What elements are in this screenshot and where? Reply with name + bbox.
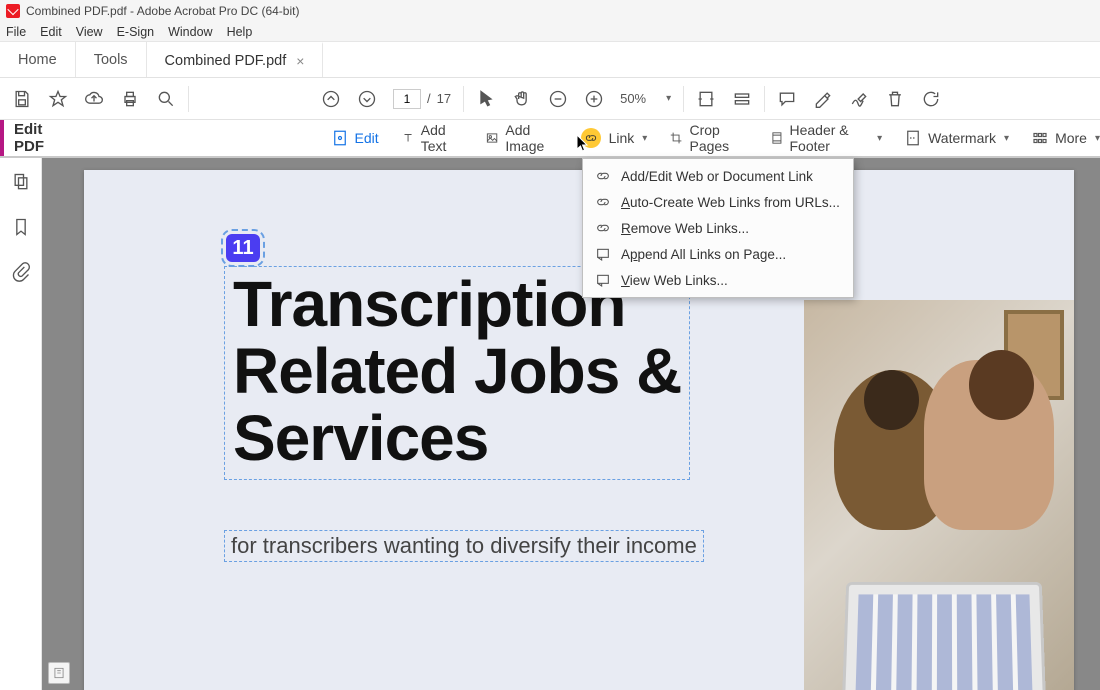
more-tool[interactable]: More ▾ [1031,129,1100,147]
zoom-out-icon[interactable] [548,89,568,109]
menu-window[interactable]: Window [168,25,212,39]
crop-tool[interactable]: Crop Pages [669,122,747,154]
app-icon [6,4,20,18]
thumbnails-icon[interactable] [11,172,31,195]
crop-label: Crop Pages [689,122,747,154]
subtitle-text: for transcribers wanting to diversify th… [231,533,697,559]
page-total: 17 [437,91,451,106]
edit-tool[interactable]: Edit [331,129,379,147]
edit-pdf-title: Edit PDF [0,121,71,155]
menu-remove-links-label: Remove Web Links... [621,221,749,236]
add-image-label: Add Image [505,122,558,154]
tab-document-label: Combined PDF.pdf [165,53,287,69]
page-sep: / [427,91,431,106]
document-canvas[interactable]: 11 Transcription Related Jobs & Services… [42,158,1100,690]
save-icon[interactable] [12,89,32,109]
fit-width-icon[interactable] [696,89,716,109]
scroll-left-icon[interactable] [46,419,56,429]
hand-icon[interactable] [512,89,532,109]
edit-tool-label: Edit [355,130,379,146]
menu-add-edit-link[interactable]: Add/Edit Web or Document Link [583,163,853,189]
person-right-shape [924,360,1054,530]
page-down-icon[interactable] [357,89,377,109]
trash-icon[interactable] [885,89,905,109]
menu-edit[interactable]: Edit [40,25,62,39]
subtitle-text-box[interactable]: for transcribers wanting to diversify th… [224,530,704,562]
titlebar: Combined PDF.pdf - Adobe Acrobat Pro DC … [0,0,1100,22]
menu-view-links-label: View Web Links... [621,273,728,288]
bookmark-icon[interactable] [11,217,31,240]
cloud-upload-icon[interactable] [84,89,104,109]
left-nav-rail [0,158,42,690]
header-footer-tool[interactable]: Header & Footer ▾ [770,122,882,154]
rotate-icon[interactable] [921,89,941,109]
chevron-down-icon: ▾ [1095,133,1100,144]
print-icon[interactable] [120,89,140,109]
selection-arrow-icon[interactable] [476,89,496,109]
chevron-down-icon: ▾ [642,133,647,144]
menu-add-edit-link-label: Add/Edit Web or Document Link [621,169,813,184]
add-text-label: Add Text [421,122,463,154]
magnify-icon[interactable] [156,89,176,109]
more-label: More [1055,130,1087,146]
highlight-icon[interactable] [813,89,833,109]
laptop-shape [842,582,1047,690]
edit-pdf-toolbar: Edit PDF Edit Add Text Add Image Link ▾ … [0,120,1100,158]
mouse-cursor-icon [576,134,590,152]
page-size-icon[interactable] [48,662,70,684]
page-indicator: / 17 [393,89,451,109]
header-footer-label: Header & Footer [790,122,870,154]
window-title: Combined PDF.pdf - Adobe Acrobat Pro DC … [26,4,299,18]
comment-icon[interactable] [777,89,797,109]
menu-auto-create-links[interactable]: Auto-Create Web Links from URLs... [583,189,853,215]
zoom-value[interactable]: 50% [620,91,648,106]
menu-esign[interactable]: E-Sign [117,25,155,39]
menu-append-links-label: Append All Links on Page... [621,247,786,262]
menu-view-links[interactable]: View Web Links... [583,267,853,293]
add-text-tool[interactable]: Add Text [401,122,464,154]
menubar: File Edit View E-Sign Window Help [0,22,1100,42]
tab-home-label: Home [18,52,57,68]
work-area: 11 Transcription Related Jobs & Services… [0,158,1100,690]
menu-append-links[interactable]: Append All Links on Page... [583,241,853,267]
tab-document[interactable]: Combined PDF.pdf × [147,42,324,77]
page-up-icon[interactable] [321,89,341,109]
zoom-in-icon[interactable] [584,89,604,109]
page-display-icon[interactable] [732,89,752,109]
menu-remove-links[interactable]: Remove Web Links... [583,215,853,241]
pdf-page[interactable]: 11 Transcription Related Jobs & Services… [84,170,1074,690]
badge-number[interactable]: 11 [226,234,260,262]
close-icon[interactable]: × [296,53,304,69]
tab-tools[interactable]: Tools [76,42,147,77]
attachment-icon[interactable] [11,262,31,285]
zoom-caret-icon[interactable]: ▾ [666,93,671,104]
headline-line2: Related Jobs & [233,338,681,405]
headline-line3: Services [233,405,681,472]
chevron-down-icon: ▾ [877,133,882,144]
link-dropdown-menu: Add/Edit Web or Document Link Auto-Creat… [582,158,854,298]
menu-help[interactable]: Help [227,25,253,39]
toolbar-accent [0,120,4,156]
tab-home[interactable]: Home [0,42,76,77]
menu-file[interactable]: File [6,25,26,39]
watermark-label: Watermark [928,130,996,146]
tabs-row: Home Tools Combined PDF.pdf × [0,42,1100,78]
sign-icon[interactable] [849,89,869,109]
add-image-tool[interactable]: Add Image [485,122,558,154]
link-tool[interactable]: Link ▾ [581,128,648,148]
main-toolbar: / 17 50% ▾ [0,78,1100,120]
page-current-input[interactable] [393,89,421,109]
menu-auto-create-links-label: Auto-Create Web Links from URLs... [621,195,840,210]
chevron-down-icon: ▾ [1004,133,1009,144]
page-image[interactable] [804,300,1074,690]
menu-view[interactable]: View [76,25,103,39]
star-icon[interactable] [48,89,68,109]
link-label: Link [609,130,635,146]
headline-text-box[interactable]: Transcription Related Jobs & Services [224,266,690,480]
tab-tools-label: Tools [94,52,128,68]
watermark-tool[interactable]: Watermark ▾ [904,129,1009,147]
